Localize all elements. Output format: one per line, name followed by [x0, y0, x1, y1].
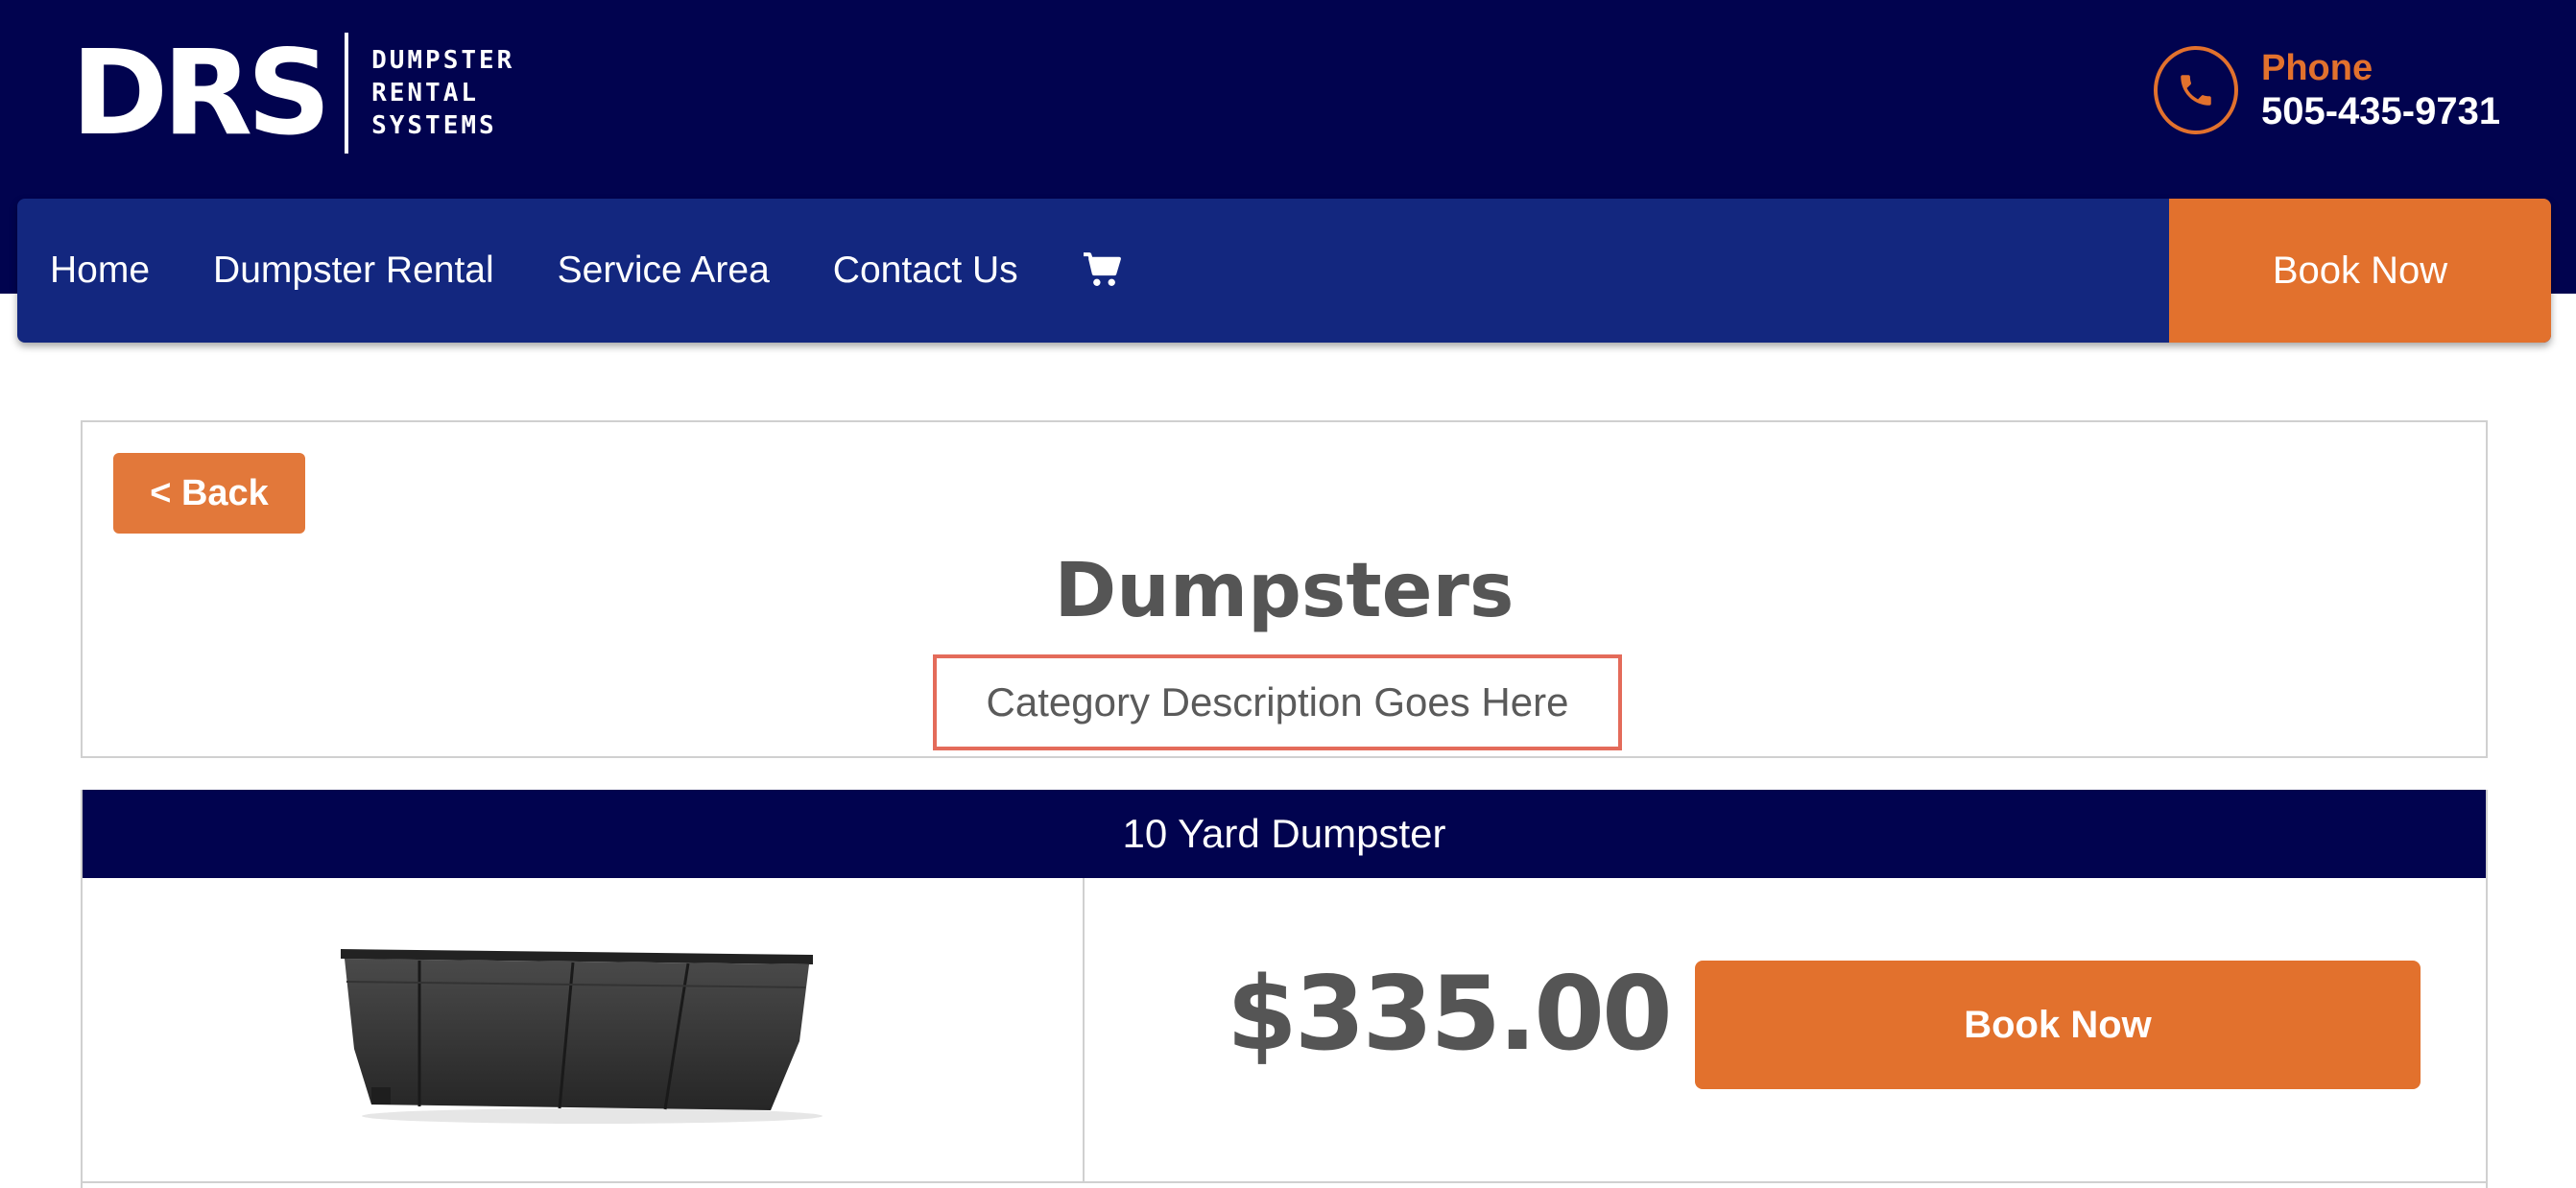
- product-book-now-button[interactable]: Book Now: [1695, 961, 2421, 1089]
- phone-icon: [2154, 46, 2238, 134]
- nav-item-service-area[interactable]: Service Area: [558, 249, 770, 292]
- logo-word: DUMPSTER: [371, 46, 515, 75]
- product-price: $335.00: [1227, 955, 1673, 1073]
- logo-word: RENTAL: [371, 79, 479, 107]
- logo-divider: [345, 33, 349, 154]
- logo-wordmark: DUMPSTER RENTAL SYSTEMS: [371, 44, 514, 142]
- category-description: Category Description Goes Here: [933, 654, 1622, 750]
- logo-mark: DRS: [71, 25, 331, 161]
- dumpster-image[interactable]: [333, 934, 832, 1126]
- nav-item-dumpster-rental[interactable]: Dumpster Rental: [213, 249, 494, 292]
- nav-item-home[interactable]: Home: [50, 249, 150, 292]
- main-navbar: Home Dumpster Rental Service Area Contac…: [17, 199, 2551, 343]
- logo-word: SYSTEMS: [371, 111, 497, 140]
- shopping-cart-icon[interactable]: [1082, 251, 1124, 290]
- product-image-cell: [83, 878, 1085, 1181]
- product-card: 10 Yard Dumpster $335.00 Book Now: [81, 790, 2488, 1188]
- phone-contact[interactable]: Phone 505-435-9731: [2154, 46, 2500, 134]
- category-title: Dumpsters: [1054, 548, 1515, 634]
- product-name: 10 Yard Dumpster: [83, 790, 2486, 878]
- drs-logo[interactable]: DRS DUMPSTER RENTAL SYSTEMS: [71, 33, 514, 154]
- phone-number[interactable]: 505-435-9731: [2261, 89, 2500, 133]
- product-price-cell: $335.00 Book Now: [1085, 878, 2486, 1181]
- phone-label: Phone: [2261, 48, 2373, 88]
- nav-item-contact-us[interactable]: Contact Us: [833, 249, 1018, 292]
- nav-book-now-button[interactable]: Book Now: [2169, 199, 2551, 343]
- back-button[interactable]: < Back: [113, 453, 305, 534]
- category-header-card: < Back Dumpsters Category Description Go…: [81, 420, 2488, 758]
